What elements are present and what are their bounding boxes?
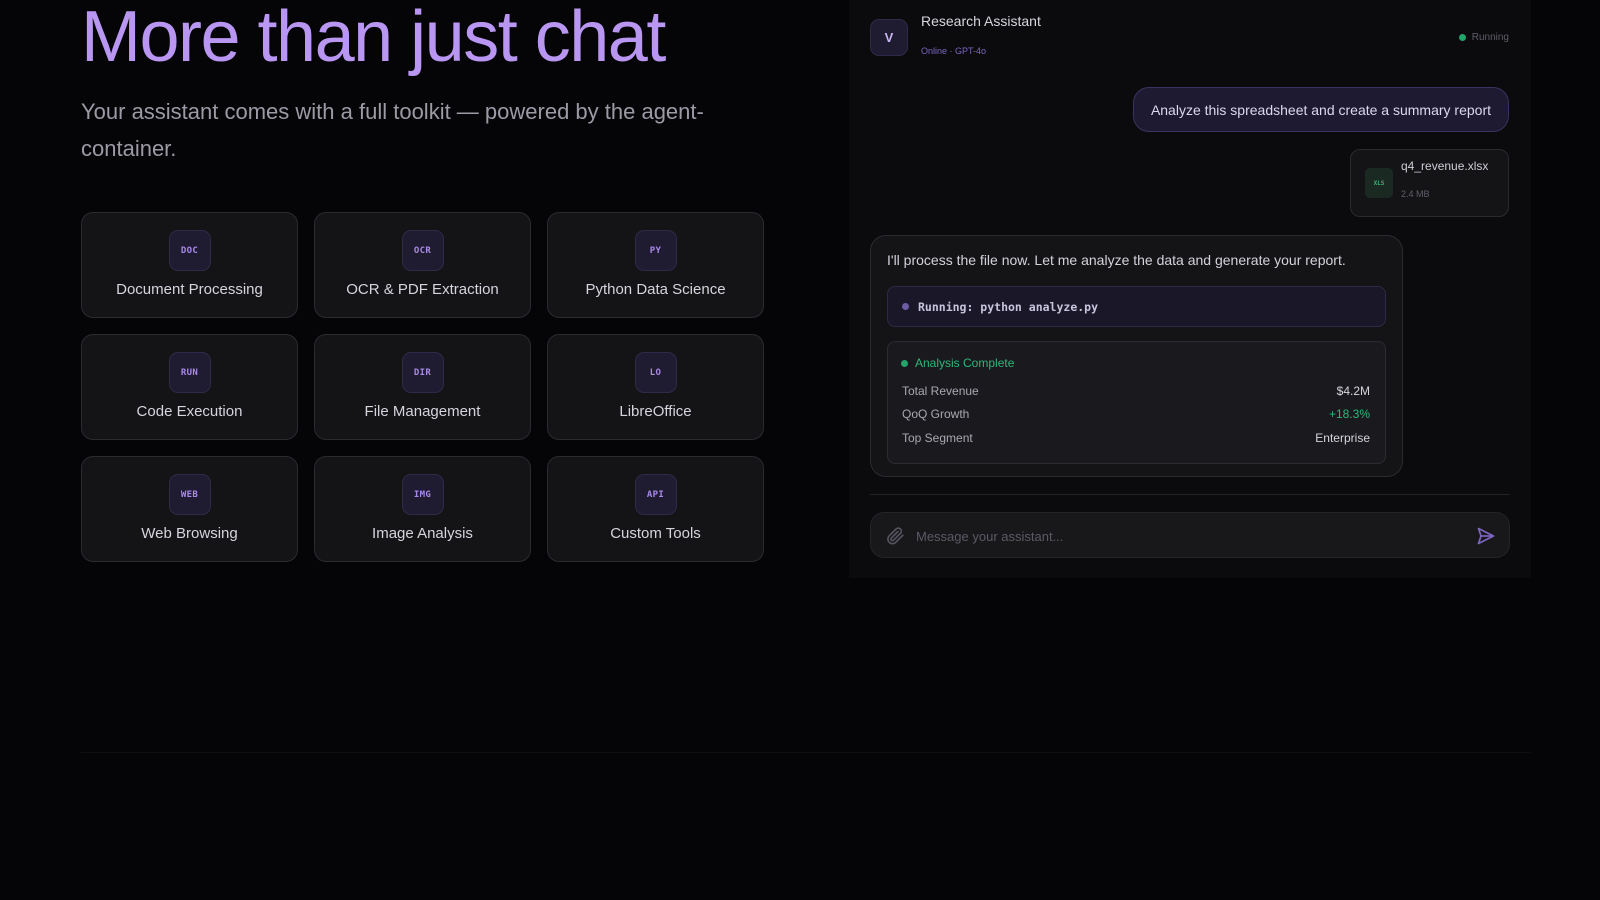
assistant-name: Research Assistant [921,13,1041,29]
python-icon: PY [634,230,677,271]
assistant-avatar: V [870,19,908,56]
send-icon[interactable] [1475,526,1497,546]
running-indicator: Running [1458,32,1509,43]
file-size: 2.4 MB [1401,189,1430,199]
success-dot-icon [901,359,908,367]
page: More than just chat Your assistant comes… [0,0,1600,900]
api-icon: API [634,474,677,515]
tool-label: Custom Tools [610,525,701,542]
result-row: QoQ Growth +18.3% [902,407,1370,421]
tool-label: Image Analysis [372,525,473,542]
assistant-message: I'll process the file now. Let me analyz… [870,235,1403,477]
file-name: q4_revenue.xlsx [1401,159,1489,173]
tool-label: Web Browsing [141,525,238,542]
run-icon: RUN [168,352,211,393]
tool-label: OCR & PDF Extraction [346,281,499,298]
section-divider [81,752,1531,753]
analysis-result: Analysis Complete Total Revenue $4.2M Qo… [887,341,1386,464]
libreoffice-icon: LO [634,352,677,393]
status-dot-icon [1458,34,1466,41]
result-value: +18.3% [1328,407,1370,421]
chat-window: V Research Assistant Online · GPT-4o Run… [849,0,1531,578]
user-message: Analyze this spreadsheet and create a su… [1132,87,1509,132]
tool-card-web-browsing[interactable]: WEB Web Browsing [81,456,298,562]
spreadsheet-icon: XLS [1365,168,1393,198]
result-value: Enterprise [1315,431,1370,445]
result-header: Analysis Complete [901,356,1014,370]
tool-card-libreoffice[interactable]: LO LibreOffice [547,334,764,440]
hero-title: More than just chat [81,0,666,77]
tool-card-document-processing[interactable]: DOC Document Processing [81,212,298,318]
result-label: Top Segment [902,431,973,445]
result-title: Analysis Complete [915,356,1015,370]
run-status: Running: python analyze.py [887,286,1386,327]
tool-card-custom-tools[interactable]: API Custom Tools [547,456,764,562]
web-icon: WEB [168,474,211,515]
assistant-status: Online · GPT-4o [921,46,987,56]
image-icon: IMG [401,474,444,515]
tool-label: LibreOffice [619,403,692,420]
tool-label: Code Execution [136,403,243,420]
running-dot-icon [902,303,909,310]
file-attachment[interactable]: XLS q4_revenue.xlsx 2.4 MB [1350,149,1509,217]
tool-card-python-data-science[interactable]: PY Python Data Science [547,212,764,318]
tool-label: Python Data Science [585,281,726,298]
tool-card-code-execution[interactable]: RUN Code Execution [81,334,298,440]
tool-grid: DOC Document Processing OCR OCR & PDF Ex… [81,212,764,562]
run-command: Running: python analyze.py [918,299,1099,314]
folder-icon: DIR [401,352,444,393]
result-value: $4.2M [1336,384,1370,398]
tool-card-ocr-pdf[interactable]: OCR OCR & PDF Extraction [314,212,531,318]
assistant-message-text: I'll process the file now. Let me analyz… [887,252,1346,268]
tool-card-file-management[interactable]: DIR File Management [314,334,531,440]
hero-subtitle: Your assistant comes with a full toolkit… [81,99,704,161]
result-label: QoQ Growth [902,407,970,421]
ocr-icon: OCR [401,230,444,271]
paperclip-icon[interactable] [885,525,905,547]
divider [870,494,1510,495]
message-composer [870,512,1510,558]
tool-label: Document Processing [116,281,263,298]
tool-card-image-analysis[interactable]: IMG Image Analysis [314,456,531,562]
document-icon: DOC [168,230,211,271]
result-label: Total Revenue [902,384,979,398]
running-label: Running [1471,32,1509,43]
result-row: Total Revenue $4.2M [902,384,1370,398]
message-input[interactable] [916,521,1461,551]
tool-label: File Management [364,403,481,420]
result-row: Top Segment Enterprise [902,431,1370,445]
